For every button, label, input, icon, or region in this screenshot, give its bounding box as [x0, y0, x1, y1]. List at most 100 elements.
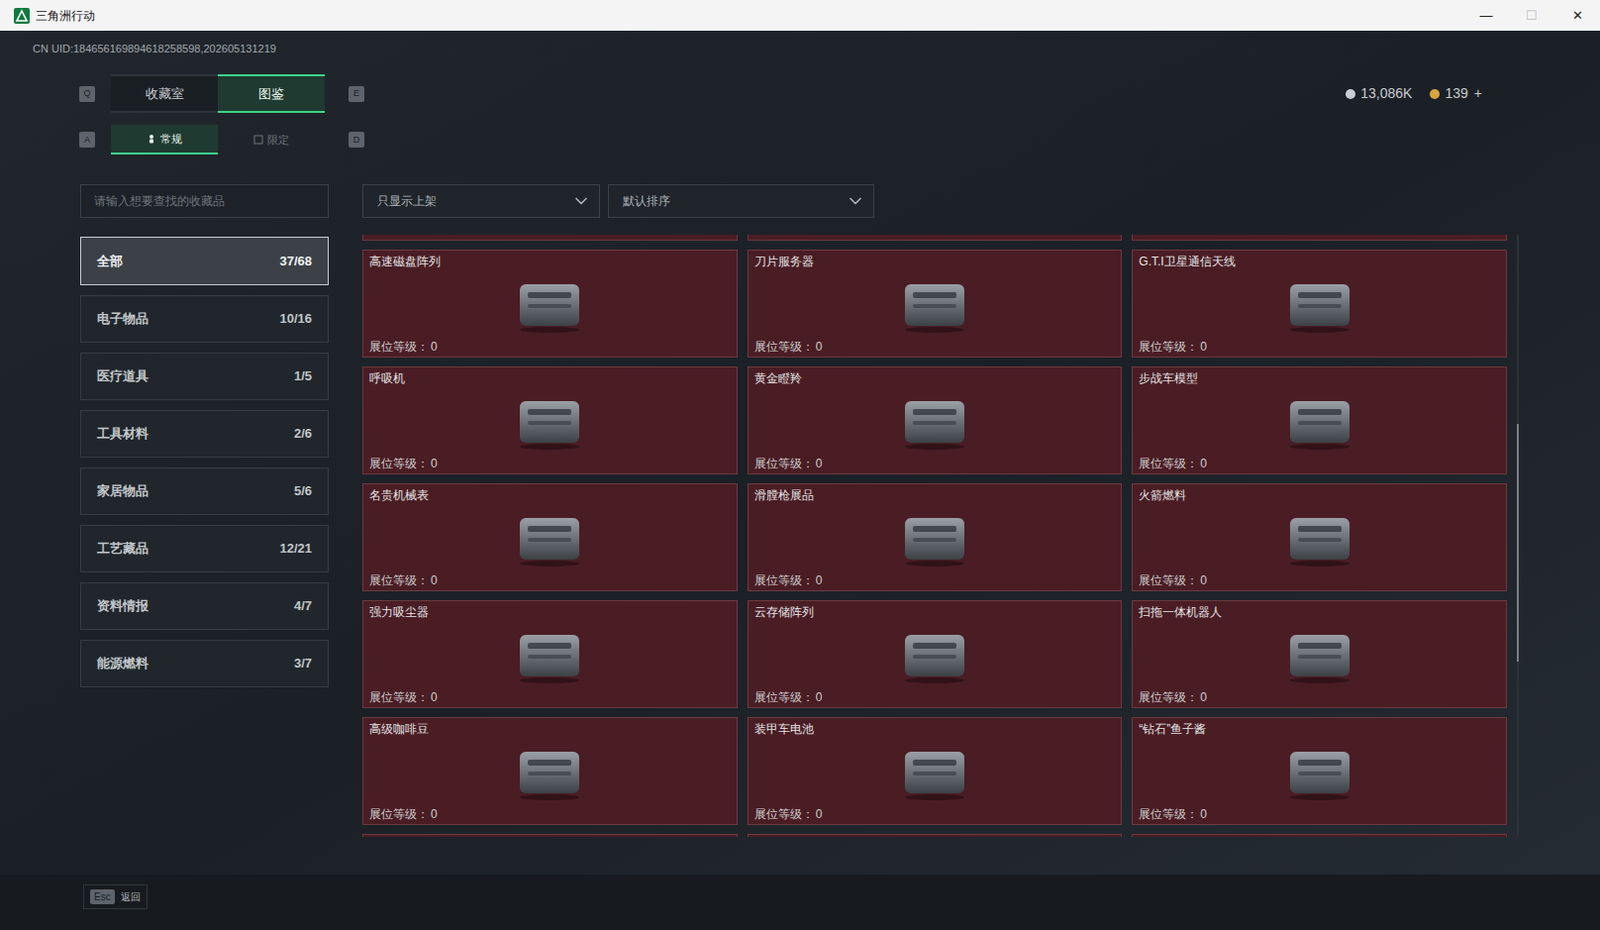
item-image: [1278, 391, 1362, 451]
scrollbar[interactable]: [1516, 234, 1519, 837]
booth-level: 展位等级：0: [1138, 338, 1500, 355]
filter-dropdown[interactable]: 只显示上架: [362, 184, 600, 218]
key-hint: Q: [79, 86, 96, 102]
partial-card: [362, 833, 738, 837]
collection-card[interactable]: G.T.I卫星通信天线展位等级：0: [1131, 249, 1507, 358]
collection-card[interactable]: “钻石”鱼子酱展位等级：0: [1131, 716, 1507, 825]
main-tab[interactable]: 收藏室: [110, 74, 218, 113]
key-hint: E: [348, 86, 365, 102]
sidebar-item[interactable]: 能源燃料3/7: [80, 639, 329, 688]
partial-card: [747, 234, 1123, 241]
sidebar-item[interactable]: 医疗道具1/5: [80, 352, 329, 400]
item-image: [893, 391, 977, 451]
item-name: G.T.I卫星通信天线: [1138, 253, 1500, 270]
item-image: [1278, 507, 1362, 568]
game-area: CN UID:184656169894618258598,20260513121…: [0, 30, 1600, 930]
booth-level: 展位等级：0: [369, 689, 731, 705]
item-name: 刀片服务器: [754, 253, 1116, 270]
collection-card[interactable]: 扫拖一体机器人展位等级：0: [1131, 600, 1507, 708]
item-image: [1278, 274, 1362, 334]
item-image: [507, 624, 592, 685]
booth-level: 展位等级：0: [1138, 455, 1500, 472]
booth-level: 展位等级：0: [1138, 805, 1500, 822]
currency-add-button[interactable]: +: [1474, 83, 1483, 104]
collection-card[interactable]: 装甲车电池展位等级：0: [747, 716, 1123, 825]
chevron-down-icon: [845, 191, 866, 211]
search-field[interactable]: 请输入想要查找的收藏品: [80, 184, 329, 218]
item-image: [893, 624, 977, 685]
collection-card[interactable]: 火箭燃料展位等级：0: [1131, 483, 1507, 592]
window-control-button[interactable]: ✕: [1554, 0, 1600, 31]
uid-text: CN UID:184656169894618258598,20260513121…: [0, 30, 1600, 57]
back-button[interactable]: Esc返回: [83, 884, 148, 909]
booth-level: 展位等级：0: [369, 805, 731, 822]
collection-card[interactable]: 步战车模型展位等级：0: [1131, 366, 1507, 475]
item-name: 强力吸尘器: [369, 603, 731, 620]
scrollbar-thumb[interactable]: [1516, 423, 1519, 662]
sidebar-item[interactable]: 电子物品10/16: [80, 295, 329, 343]
booth-level: 展位等级：0: [369, 572, 731, 589]
booth-level: 展位等级：0: [754, 455, 1116, 472]
category-sidebar: 全部37/68 电子物品10/16 医疗道具1/5 工具材料2/6 家居物品5/6 工艺藏…: [80, 236, 329, 837]
item-image: [507, 507, 592, 568]
item-name: 高级咖啡豆: [369, 720, 731, 737]
sub-tab[interactable]: 限定: [217, 124, 325, 155]
collection-card[interactable]: 强力吸尘器展位等级：0: [362, 600, 738, 708]
main-tabs: 收藏室图鉴: [110, 74, 325, 113]
collection-card[interactable]: 刀片服务器展位等级：0: [747, 249, 1123, 358]
item-name: “钻石”鱼子酱: [1138, 720, 1500, 737]
booth-level: 展位等级：0: [754, 338, 1116, 355]
title-bar: 三角洲行动—☐✕: [0, 0, 1600, 31]
box-icon: [253, 134, 264, 145]
chevron-down-icon: [571, 191, 592, 211]
item-name: 云存储阵列: [754, 603, 1116, 620]
item-image: [507, 274, 592, 334]
item-name: 扫拖一体机器人: [1138, 603, 1500, 620]
collection-card[interactable]: 云存储阵列展位等级：0: [747, 600, 1123, 708]
booth-level: 展位等级：0: [754, 689, 1116, 705]
window-control-button[interactable]: —: [1463, 0, 1509, 31]
collection-card[interactable]: 呼吸机展位等级：0: [362, 366, 738, 475]
item-name: 高速磁盘阵列: [369, 253, 731, 270]
filter-dropdown[interactable]: 默认排序: [607, 184, 875, 218]
collection-card[interactable]: 黄金瞪羚展位等级：0: [747, 366, 1123, 475]
sidebar-item[interactable]: 资料情报4/7: [80, 582, 329, 630]
item-name: 黄金瞪羚: [754, 370, 1116, 387]
item-name: 名贵机械表: [369, 487, 731, 503]
collection-card[interactable]: 高速磁盘阵列展位等级：0: [362, 249, 738, 358]
item-image: [1278, 624, 1362, 685]
app-window: 三角洲行动—☐✕CN UID:184656169894618258598,202…: [0, 0, 1600, 930]
key-hint: D: [348, 131, 365, 148]
person-icon: [146, 133, 157, 144]
partial-card: [747, 833, 1123, 837]
main-tab[interactable]: 图鉴: [217, 74, 325, 113]
coin-icon: [1345, 89, 1356, 100]
sidebar-item[interactable]: 全部37/68: [80, 236, 329, 286]
partial-card: [362, 234, 738, 241]
item-name: 滑膛枪展品: [754, 487, 1116, 503]
bottom-bar: Esc返回: [0, 874, 1600, 930]
window-control-button[interactable]: ☐: [1508, 0, 1555, 31]
item-image: [507, 741, 592, 801]
collection-card[interactable]: 名贵机械表展位等级：0: [362, 483, 738, 592]
sidebar-item[interactable]: 工具材料2/6: [80, 409, 329, 458]
item-image: [893, 507, 977, 568]
booth-level: 展位等级：0: [754, 572, 1116, 589]
sub-tab[interactable]: 常规: [110, 124, 218, 155]
booth-level: 展位等级：0: [754, 805, 1116, 822]
collection-card[interactable]: 滑膛枪展品展位等级：0: [747, 483, 1123, 592]
item-image: [1278, 741, 1362, 801]
collection-grid: 高速磁盘阵列展位等级：0刀片服务器展位等级：0G.T.I卫星通信天线展位等级：0…: [362, 249, 1507, 825]
currency: 139: [1429, 83, 1468, 104]
item-name: 装甲车电池: [754, 720, 1116, 737]
collection-grid-viewport: 高速磁盘阵列展位等级：0刀片服务器展位等级：0G.T.I卫星通信天线展位等级：0…: [362, 234, 1507, 837]
sidebar-item[interactable]: 家居物品5/6: [80, 467, 329, 515]
item-name: 呼吸机: [369, 370, 731, 387]
key-hint: A: [79, 131, 96, 148]
partial-card: [1131, 833, 1507, 837]
currency: 13,086K: [1345, 83, 1412, 104]
item-name: 火箭燃料: [1138, 487, 1500, 503]
sidebar-item[interactable]: 工艺藏品12/21: [80, 524, 329, 573]
collection-card[interactable]: 高级咖啡豆展位等级：0: [362, 716, 738, 825]
booth-level: 展位等级：0: [1138, 572, 1500, 589]
